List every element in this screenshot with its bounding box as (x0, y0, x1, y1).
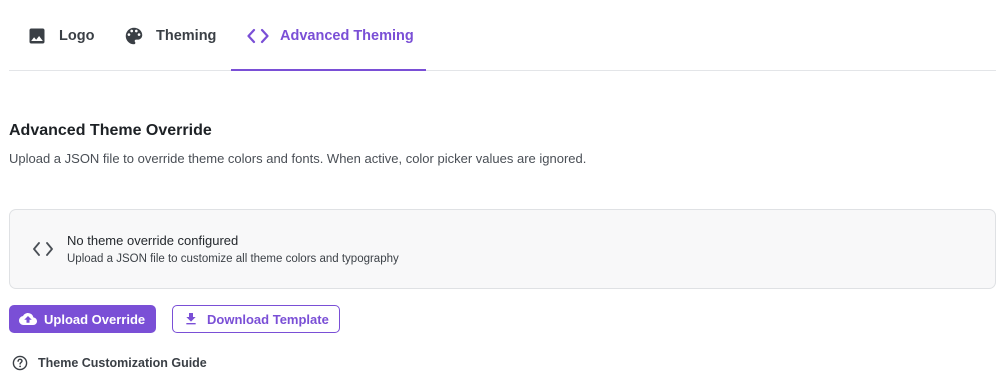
theme-guide-link[interactable]: Theme Customization Guide (12, 354, 207, 372)
section-title: Advanced Theme Override (9, 122, 212, 139)
cloud-upload-icon (19, 310, 37, 328)
status-subtitle: Upload a JSON file to customize all them… (67, 253, 399, 265)
tab-theming[interactable]: Theming (123, 0, 216, 71)
status-title: No theme override configured (67, 233, 239, 248)
upload-override-label: Upload Override (44, 311, 146, 327)
download-template-label: Download Template (207, 311, 329, 327)
tab-bar: Logo Theming Advanced Theming (9, 0, 996, 71)
palette-icon (123, 25, 145, 47)
tab-label: Advanced Theming (280, 27, 414, 44)
theme-guide-label: Theme Customization Guide (38, 356, 207, 370)
download-icon (182, 310, 200, 328)
help-circle-icon (12, 355, 28, 371)
section-description: Upload a JSON file to override theme col… (9, 151, 587, 166)
code-icon (32, 240, 54, 258)
code-icon (247, 25, 269, 47)
tab-logo[interactable]: Logo (26, 0, 94, 71)
tab-advanced-theming[interactable]: Advanced Theming (247, 0, 414, 71)
upload-override-button[interactable]: Upload Override (9, 305, 156, 333)
download-template-button[interactable]: Download Template (172, 305, 340, 333)
override-status-box: No theme override configured Upload a JS… (9, 209, 996, 289)
active-tab-indicator (231, 69, 426, 71)
image-icon (26, 25, 48, 47)
tab-label: Logo (59, 27, 95, 44)
tab-label: Theming (156, 27, 217, 44)
